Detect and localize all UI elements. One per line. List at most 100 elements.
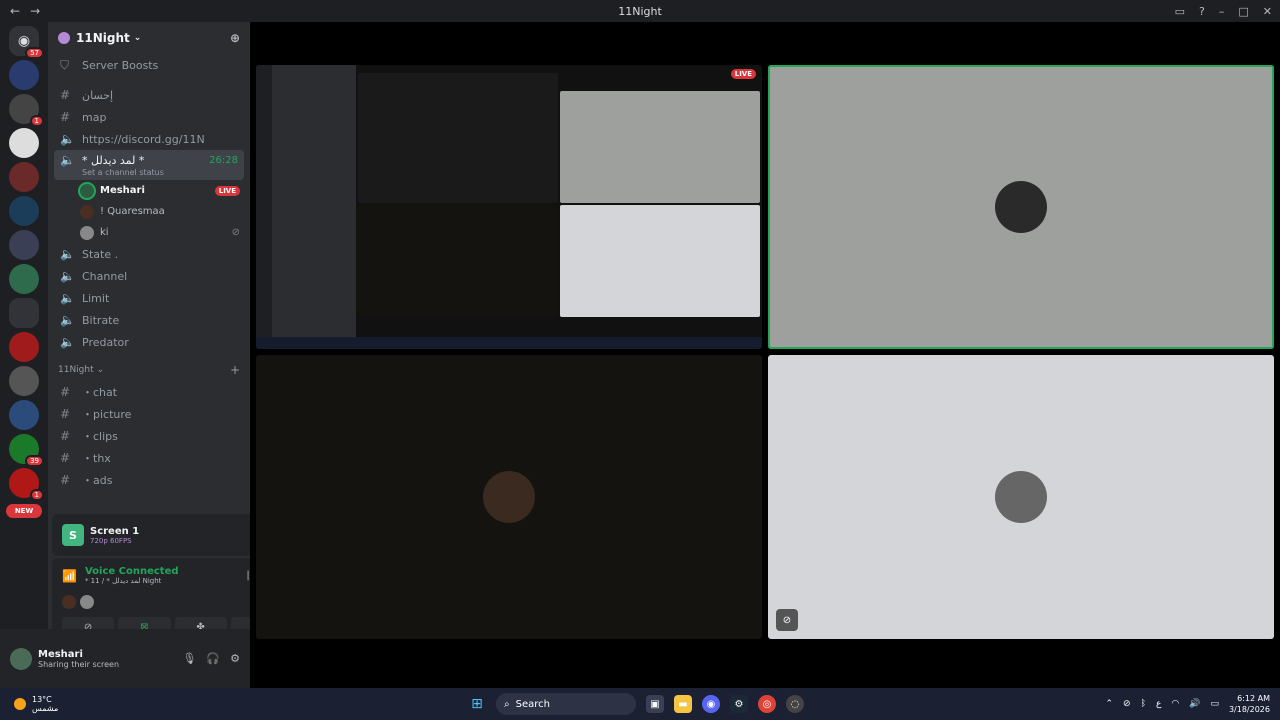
wifi-icon[interactable]: ◠ bbox=[1171, 699, 1179, 709]
inbox-icon[interactable]: ▭ bbox=[1175, 5, 1185, 18]
home-button[interactable]: ◉ 57 bbox=[9, 26, 44, 59]
channel-label: ・picture bbox=[82, 408, 132, 421]
add-user-icon[interactable]: ⊕ bbox=[230, 31, 240, 45]
network-icon[interactable]: ⊘ bbox=[1123, 699, 1131, 709]
microphone-icon[interactable]: 🎙 bbox=[182, 652, 196, 665]
server-badge: 1 bbox=[29, 489, 44, 501]
text-channel[interactable]: # ・ads bbox=[54, 469, 244, 491]
channel-map[interactable]: # map bbox=[54, 106, 244, 128]
server-icon[interactable] bbox=[9, 400, 39, 430]
channel-label: ・chat bbox=[82, 386, 118, 399]
search-box[interactable]: ⌕ Search bbox=[496, 693, 636, 715]
video-tile[interactable] bbox=[256, 355, 762, 639]
shield-icon: ⛉ bbox=[60, 57, 70, 72]
maximize-button[interactable]: □ bbox=[1238, 5, 1248, 18]
voice-channel-path[interactable]: * 11 / * لمد ديدلل Night bbox=[85, 577, 179, 585]
weather-widget[interactable]: 13°C مشمس bbox=[0, 695, 58, 713]
search-placeholder: Search bbox=[515, 698, 550, 710]
active-voice-channel[interactable]: 🔈 * لمد ديدلل * 26:28 Set a channel stat… bbox=[54, 150, 244, 180]
server-icon[interactable] bbox=[9, 196, 39, 226]
discord-app-icon[interactable]: ◉ bbox=[702, 695, 720, 713]
avatar bbox=[995, 471, 1047, 523]
speaker-icon: 🔈 bbox=[60, 291, 75, 305]
voice-member[interactable]: ! Quaresmaa bbox=[76, 201, 244, 222]
channel-server-boosts[interactable]: ⛉ Server Boosts bbox=[54, 54, 244, 76]
back-arrow-icon[interactable]: ← bbox=[10, 4, 20, 18]
server-icon[interactable] bbox=[9, 230, 39, 260]
hash-icon: # bbox=[60, 429, 71, 443]
text-channel[interactable]: # ・thx bbox=[54, 447, 244, 469]
chrome-icon[interactable]: ◎ bbox=[758, 695, 776, 713]
folder-icon[interactable] bbox=[9, 298, 39, 328]
avatar[interactable] bbox=[10, 647, 32, 670]
avatar[interactable] bbox=[62, 595, 76, 609]
category-label: 11Night bbox=[58, 365, 94, 375]
chevron-up-icon[interactable]: ⌃ bbox=[1106, 699, 1114, 709]
avatar bbox=[80, 225, 94, 240]
category-header[interactable]: 11Night ⌄ + bbox=[54, 359, 244, 381]
server-icon[interactable] bbox=[9, 162, 39, 192]
server-header[interactable]: 11Night ⌄ ⊕ bbox=[48, 22, 250, 54]
search-icon: ⌕ bbox=[504, 698, 510, 710]
voice-channel[interactable]: 🔈 Predator bbox=[54, 331, 244, 353]
voice-channel[interactable]: 🔈 Bitrate bbox=[54, 309, 244, 331]
server-icon[interactable]: 1 bbox=[9, 468, 44, 501]
new-badge[interactable]: NEW bbox=[6, 504, 42, 518]
close-button[interactable]: ✕ bbox=[1263, 5, 1272, 18]
speaker-icon: 🔈 bbox=[60, 153, 75, 167]
server-icon[interactable] bbox=[9, 332, 39, 362]
gear-icon[interactable]: ⚙ bbox=[230, 652, 240, 665]
text-channel[interactable]: # ・picture bbox=[54, 403, 244, 425]
avatar[interactable] bbox=[80, 595, 94, 609]
forward-arrow-icon[interactable]: → bbox=[30, 4, 40, 18]
clock[interactable]: 6:12 AM 3/18/2026 bbox=[1229, 693, 1270, 715]
channel-status[interactable]: Set a channel status bbox=[60, 168, 238, 177]
channel-label: ・ads bbox=[82, 474, 113, 487]
speaker-icon: 🔈 bbox=[60, 313, 75, 327]
channel-label: Bitrate bbox=[82, 313, 120, 327]
task-view-icon[interactable]: ▣ bbox=[646, 695, 664, 713]
stream-preview-taskbar bbox=[256, 337, 762, 349]
channel-invite[interactable]: 🔈 https://discord.gg/11N bbox=[54, 128, 244, 150]
text-channel[interactable]: # ・chat bbox=[54, 381, 244, 403]
boost-icon bbox=[58, 32, 70, 44]
text-channel[interactable]: # ・clips bbox=[54, 425, 244, 447]
app-icon[interactable]: ◌ bbox=[786, 695, 804, 713]
channel-ihsan[interactable]: # إحسان bbox=[54, 84, 244, 106]
server-icon[interactable]: 1 bbox=[9, 94, 44, 127]
mic-muted-icon: ⊘ bbox=[776, 609, 798, 631]
headphones-icon[interactable]: 🎧 bbox=[206, 652, 220, 665]
steam-icon[interactable]: ⚙ bbox=[730, 695, 748, 713]
server-icon[interactable]: 39 bbox=[9, 434, 44, 467]
screen-share-panel: S Screen 1 720p 60FPS ⊠ bbox=[52, 514, 250, 556]
battery-icon[interactable]: ▭ bbox=[1210, 699, 1219, 709]
video-tile[interactable] bbox=[768, 65, 1274, 349]
voice-channel[interactable]: 🔈 State . bbox=[54, 243, 244, 265]
weather-condition: مشمس bbox=[32, 704, 59, 713]
channel-label: ・clips bbox=[82, 430, 118, 443]
voice-member[interactable]: ki ⊘ bbox=[76, 222, 244, 243]
server-icon[interactable] bbox=[9, 128, 39, 158]
server-badge: 39 bbox=[25, 455, 44, 467]
minimize-button[interactable]: – bbox=[1219, 5, 1225, 18]
help-icon[interactable]: ? bbox=[1199, 5, 1205, 18]
server-icon[interactable] bbox=[9, 264, 39, 294]
stream-preview-grid bbox=[356, 73, 762, 337]
voice-channel[interactable]: 🔈 Channel bbox=[54, 265, 244, 287]
stream-tile[interactable]: LIVE bbox=[256, 65, 762, 349]
bluetooth-icon[interactable]: ᛒ bbox=[1141, 699, 1146, 709]
member-name: ! Quaresmaa bbox=[100, 206, 165, 217]
sun-icon bbox=[14, 698, 26, 710]
signal-icon[interactable]: 📶 bbox=[62, 569, 77, 583]
voice-channel[interactable]: 🔈 Limit bbox=[54, 287, 244, 309]
server-icon[interactable] bbox=[9, 366, 39, 396]
channel-label: https://discord.gg/11N bbox=[82, 132, 205, 146]
add-channel-icon[interactable]: + bbox=[230, 363, 240, 377]
start-button[interactable]: ⊞ bbox=[468, 695, 486, 713]
voice-member[interactable]: Meshari LIVE bbox=[76, 180, 244, 201]
video-tile[interactable]: ⊘ bbox=[768, 355, 1274, 639]
file-explorer-icon[interactable]: ▬ bbox=[674, 695, 692, 713]
volume-icon[interactable]: 🔊 bbox=[1189, 699, 1200, 709]
language-indicator[interactable]: ع bbox=[1156, 699, 1161, 709]
server-icon[interactable] bbox=[9, 60, 39, 90]
